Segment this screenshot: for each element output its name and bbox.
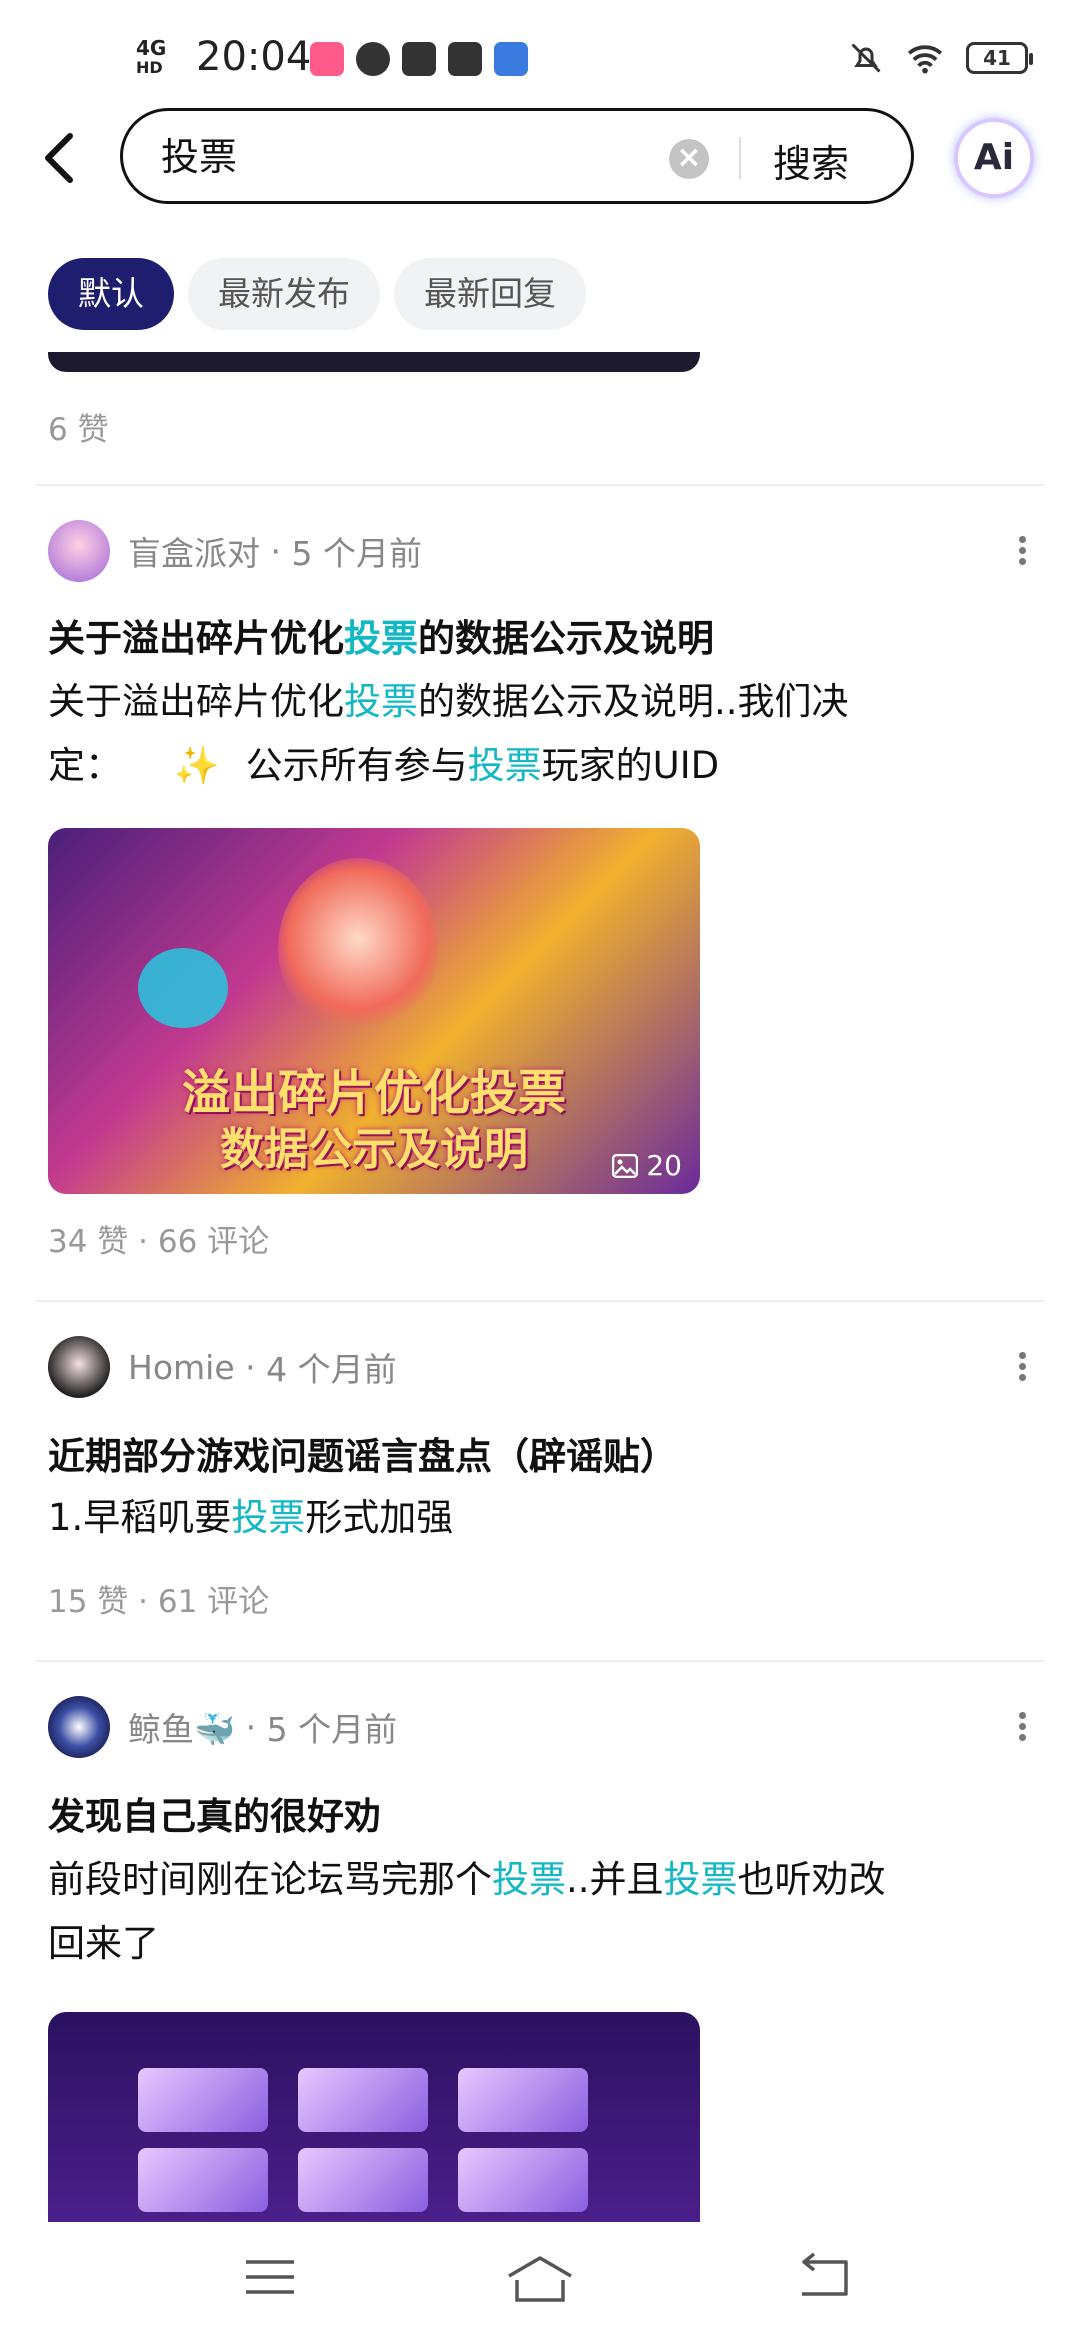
sparkles-icon: ✨ <box>173 744 220 787</box>
search-box: × 搜索 <box>120 108 914 204</box>
more-options-button[interactable] <box>1012 532 1032 572</box>
tab-default[interactable]: 默认 <box>48 258 174 330</box>
meta-separator: · <box>234 1347 267 1387</box>
post-title[interactable]: 发现自己真的很好劝 <box>48 1786 381 1840</box>
post-time: 5 个月前 <box>291 534 422 573</box>
notification-icons <box>310 42 528 76</box>
avatar[interactable] <box>48 520 110 582</box>
home-icon <box>508 2256 572 2302</box>
tab-latest-reply[interactable]: 最新回复 <box>394 258 586 330</box>
app-notification-icon <box>448 42 482 76</box>
character-card <box>138 2148 268 2212</box>
character-card <box>298 2068 428 2132</box>
meta-separator: · <box>260 531 292 571</box>
search-header: × 搜索 Ai <box>0 108 1080 208</box>
app-notification-icon <box>402 42 436 76</box>
app-notification-icon <box>494 42 528 76</box>
post-excerpt[interactable]: 前段时间刚在论坛骂完那个投票..并且投票也听劝改 回来了 <box>48 1848 1008 1976</box>
wifi-icon <box>907 45 943 74</box>
post-author[interactable]: 盲盒派对 <box>128 527 260 575</box>
network-indicator: 4G HD <box>136 36 167 77</box>
app-notification-icon <box>310 42 344 76</box>
mute-bell-icon <box>851 43 881 73</box>
sort-tabs: 默认 最新发布 最新回复 <box>48 258 586 330</box>
status-time: 20:04 <box>196 34 312 80</box>
tab-latest-posted[interactable]: 最新发布 <box>188 258 380 330</box>
post-title[interactable]: 近期部分游戏问题谣言盘点（辟谣贴） <box>48 1426 677 1480</box>
back-arrow-icon <box>802 2252 848 2296</box>
divider <box>36 1660 1044 1662</box>
post-author[interactable]: 鲸鱼🐳 <box>128 1703 235 1751</box>
post-excerpt[interactable]: 1.早稻叽要投票形式加强 <box>48 1486 1008 1550</box>
character-card <box>138 2068 268 2132</box>
divider <box>36 1300 1044 1302</box>
post-stats: 6 赞 <box>48 412 109 448</box>
post-stats: 34 赞 · 66 评论 <box>48 1224 270 1260</box>
image-caption: 数据公示及说明 <box>220 1124 528 1175</box>
post-time: 5 个月前 <box>266 1710 398 1749</box>
post-time: 4 个月前 <box>266 1350 397 1389</box>
search-input[interactable] <box>161 131 661 175</box>
post-header: Homie · 4 个月前 <box>48 1336 397 1398</box>
character-art <box>278 858 438 1038</box>
ai-label: Ai <box>973 137 1015 178</box>
status-bar: 4G HD 20:04 41 <box>0 0 1080 110</box>
image-icon <box>612 1153 639 1178</box>
character-card <box>458 2148 588 2212</box>
menu-button[interactable] <box>240 2252 310 2308</box>
battery-icon: 41 <box>966 42 1033 74</box>
post-header: 鲸鱼🐳 · 5 个月前 <box>48 1696 397 1758</box>
post-image[interactable] <box>48 2012 700 2222</box>
more-options-button[interactable] <box>1012 1348 1032 1388</box>
divider <box>739 137 741 179</box>
back-nav-button[interactable] <box>794 2252 864 2308</box>
chevron-left-icon <box>45 133 73 183</box>
clear-search-button[interactable]: × <box>669 139 709 179</box>
ghost-icon <box>138 948 228 1028</box>
system-nav-bar <box>0 2222 1080 2340</box>
more-options-button[interactable] <box>1012 1708 1032 1748</box>
avatar[interactable] <box>48 1696 110 1758</box>
back-button[interactable] <box>40 130 90 186</box>
post-author[interactable]: Homie <box>128 1348 235 1387</box>
menu-icon <box>246 2260 294 2294</box>
post-stats: 15 赞 · 61 评论 <box>48 1584 270 1620</box>
search-button[interactable]: 搜索 <box>759 127 863 194</box>
meta-separator: · <box>235 1707 267 1747</box>
avatar[interactable] <box>48 1336 110 1398</box>
post-image[interactable]: 溢出碎片优化投票 数据公示及说明 20 <box>48 828 700 1194</box>
post-title[interactable]: 关于溢出碎片优化投票的数据公示及说明 <box>48 608 714 662</box>
divider <box>36 484 1044 486</box>
ai-assistant-button[interactable]: Ai <box>954 118 1034 198</box>
post-header: 盲盒派对 · 5 个月前 <box>48 520 422 582</box>
character-card <box>458 2068 588 2132</box>
post-feed: 6 赞 盲盒派对 · 5 个月前 关于溢出碎片优化投票的数据公示及说明 关于溢出… <box>0 352 1080 2222</box>
home-button[interactable] <box>505 2252 575 2308</box>
character-card <box>298 2148 428 2212</box>
image-count-badge: 20 <box>612 1149 682 1182</box>
cloud-icon <box>356 42 390 76</box>
post-image[interactable] <box>48 352 700 372</box>
post-excerpt[interactable]: 关于溢出碎片优化投票的数据公示及说明..我们决 定： ✨ 公示所有参与投票玩家的… <box>48 670 1008 798</box>
